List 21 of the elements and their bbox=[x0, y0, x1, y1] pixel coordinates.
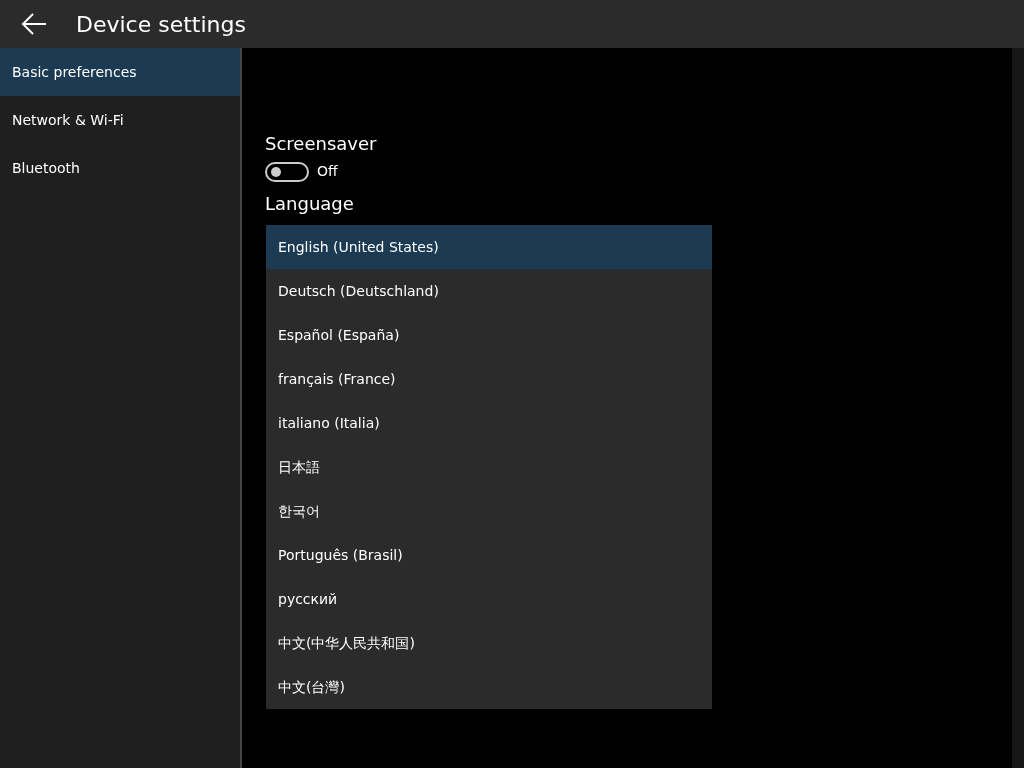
language-option[interactable]: 中文(中华人民共和国) bbox=[266, 621, 712, 665]
section-label: Language bbox=[265, 192, 355, 216]
language-option[interactable]: Español (España) bbox=[266, 313, 712, 357]
language-option[interactable]: English (United States) bbox=[266, 225, 712, 269]
toggle-state: Off bbox=[317, 162, 338, 181]
back-arrow-icon bbox=[21, 13, 47, 35]
language-option[interactable]: Deutsch (Deutschland) bbox=[266, 269, 712, 313]
language-option[interactable]: 한국어 bbox=[266, 489, 712, 533]
page-title: Device settings bbox=[76, 10, 246, 39]
sidebar-item[interactable]: Bluetooth bbox=[0, 144, 240, 192]
sidebar-item[interactable]: Network & Wi-Fi bbox=[0, 96, 240, 144]
language-option[interactable]: Português (Brasil) bbox=[266, 533, 712, 577]
sidebar-item[interactable]: Basic preferences bbox=[0, 48, 240, 96]
language-option[interactable]: français (France) bbox=[266, 357, 712, 401]
scrollbar[interactable] bbox=[1012, 48, 1024, 768]
language-option[interactable]: 中文(台灣) bbox=[266, 665, 712, 709]
language-option[interactable]: 日本語 bbox=[266, 445, 712, 489]
language-option[interactable]: italiano (Italia) bbox=[266, 401, 712, 445]
section-label: Screensaver bbox=[265, 132, 378, 156]
language-option[interactable]: русский bbox=[266, 577, 712, 621]
toggle-switch[interactable] bbox=[265, 161, 309, 182]
